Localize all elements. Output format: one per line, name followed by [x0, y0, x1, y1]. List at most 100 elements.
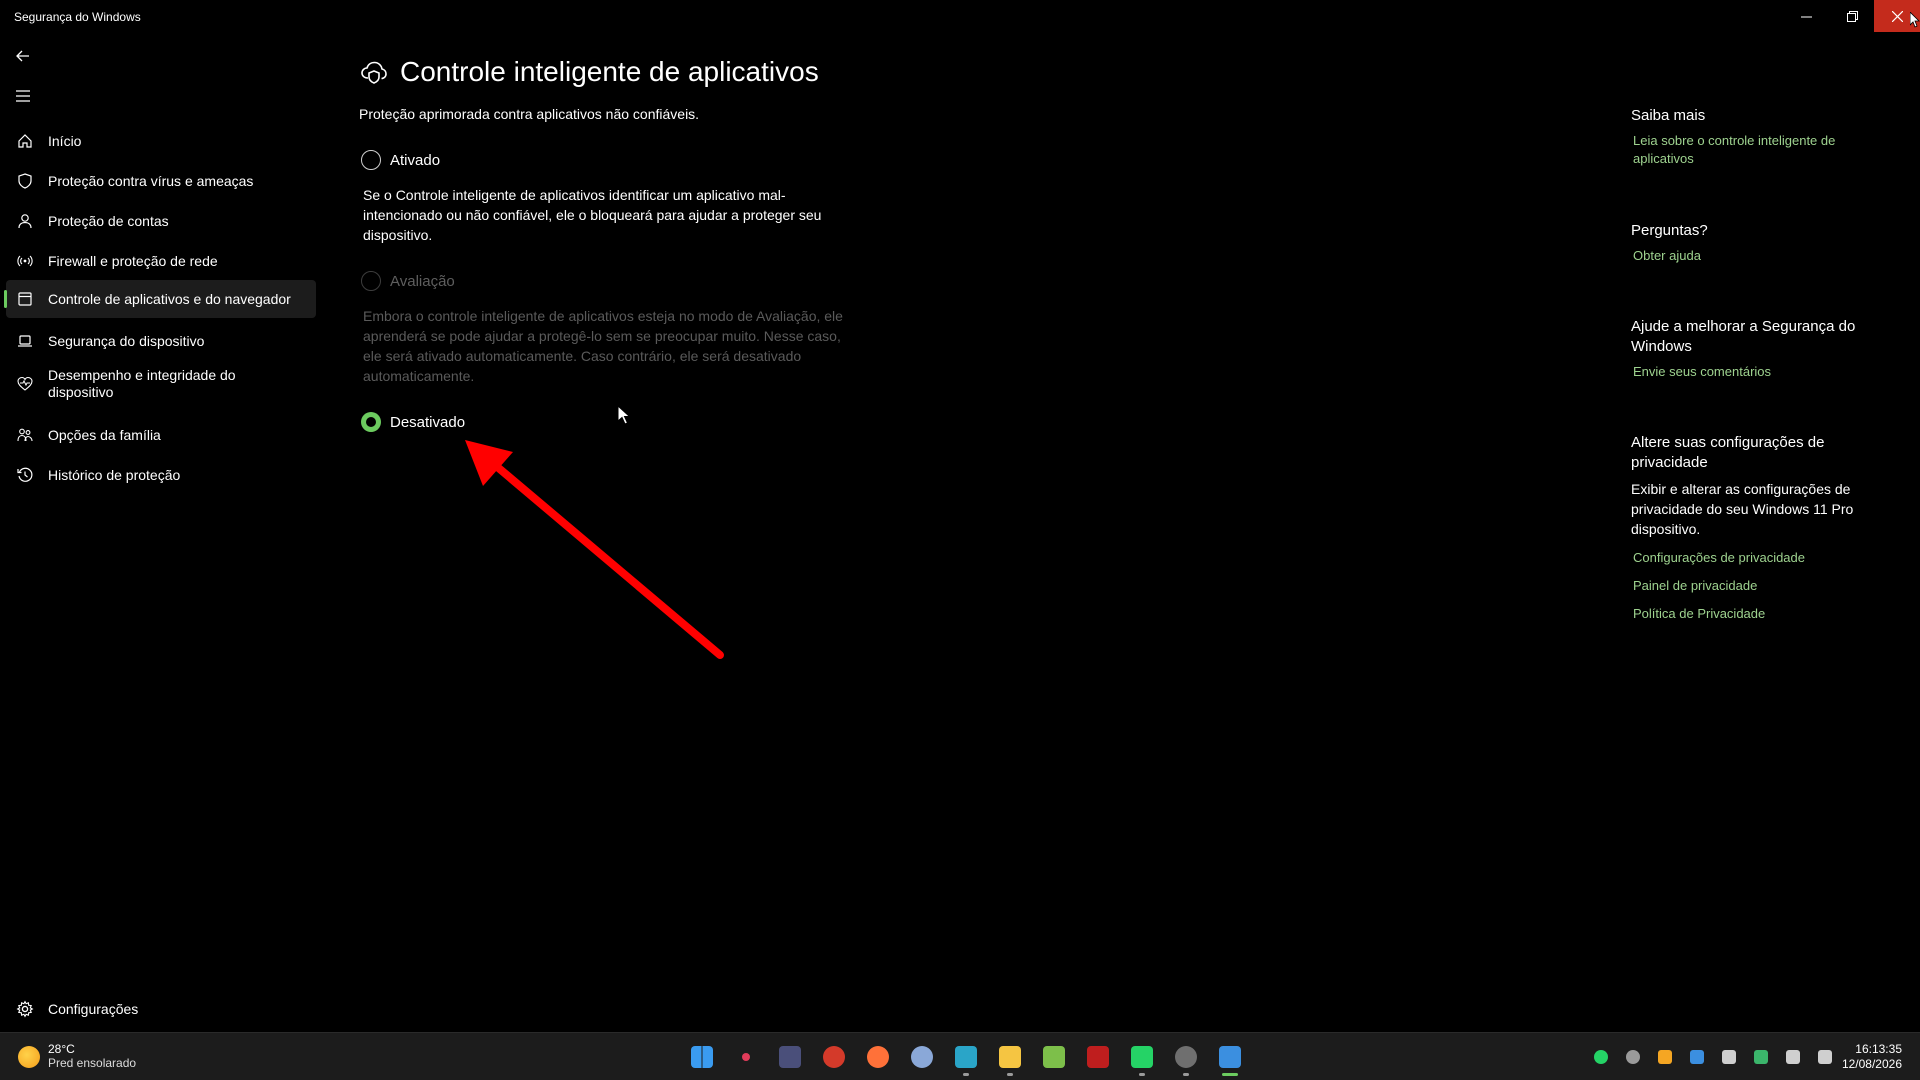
app-browser-icon: [18, 292, 32, 306]
radio-button[interactable]: [361, 150, 381, 170]
hamburger-menu-icon: [16, 90, 30, 102]
whatsapp-icon: [1131, 1046, 1153, 1068]
mouse-cursor-icon: [617, 405, 631, 425]
sidebar-item-firewall[interactable]: Firewall e proteção de rede: [6, 242, 316, 280]
learn-more-link[interactable]: Leia sobre o controle inteligente de apl…: [1631, 132, 1871, 168]
network-icon[interactable]: [1777, 1047, 1809, 1067]
privacy-policy-link[interactable]: Política de Privacidade: [1631, 605, 1871, 623]
filezilla-taskbar-button[interactable]: [1076, 1041, 1120, 1073]
privacy-dashboard-link[interactable]: Painel de privacidade: [1631, 577, 1871, 595]
page-subtitle: Proteção aprimorada contra aplicativos n…: [359, 106, 700, 122]
learn-more-section: Saiba mais Leia sobre o controle intelig…: [1631, 106, 1871, 168]
radio-option-desativado[interactable]: Desativado: [361, 412, 465, 432]
minimize-button[interactable]: [1783, 0, 1829, 32]
radio-button: [361, 271, 381, 291]
sidebar-item-account-protection[interactable]: Proteção de contas: [6, 202, 316, 240]
settings-label: Configurações: [48, 1001, 139, 1017]
sidebar-item-virus-protection[interactable]: Proteção contra vírus e ameaças: [6, 162, 316, 200]
volume-icon-glyph: [1818, 1050, 1832, 1064]
media-app-icon: [742, 1053, 750, 1061]
learn-more-heading: Saiba mais: [1631, 107, 1706, 124]
taskbar-apps: [680, 1041, 1252, 1076]
wireless-icon: [17, 255, 33, 267]
gear-icon: [16, 1000, 34, 1018]
mail-app-taskbar-button[interactable]: [944, 1041, 988, 1076]
cloud-tray-icon-glyph: [1658, 1050, 1672, 1064]
privacy-text: Exibir e alterar as configurações de pri…: [1631, 481, 1854, 537]
title-bar: Segurança do Windows: [0, 0, 1920, 32]
whatsapp-tray-icon-glyph: [1594, 1050, 1608, 1064]
feedback-link[interactable]: Envie seus comentários: [1631, 363, 1871, 381]
restore-icon: [1846, 10, 1858, 22]
mail-app-icon: [955, 1046, 977, 1068]
sidebar-item-label: Opções da família: [48, 426, 161, 443]
radio-label: Avaliação: [390, 272, 455, 290]
whatsapp-tray-icon[interactable]: [1585, 1047, 1617, 1067]
chrome-like-taskbar-button[interactable]: [1164, 1041, 1208, 1076]
sidebar-item-inicio[interactable]: Início: [6, 122, 316, 160]
smart-app-control-icon: [361, 61, 387, 84]
menu-button[interactable]: [12, 85, 34, 107]
sidebar-item-device-security[interactable]: Segurança do dispositivo: [6, 322, 316, 360]
shield-icon: [18, 173, 32, 189]
red-annotation-arrow: [465, 440, 724, 659]
sidebar-item-app-browser-control[interactable]: Controle de aplicativos e do navegador: [4, 280, 316, 318]
sidebar-item-device-performance[interactable]: Desempenho e integridade do dispositivo: [6, 362, 316, 406]
sidebar-item-label: Controle de aplicativos e do navegador: [48, 290, 291, 307]
windows-start-icon: [691, 1046, 713, 1068]
notepad-icon: [1043, 1046, 1065, 1068]
sidebar-item-settings[interactable]: Configurações: [6, 990, 316, 1028]
windows-security-taskbar-button[interactable]: [1208, 1041, 1252, 1076]
improve-section: Ajude a melhorar a Segurança do Windows …: [1631, 317, 1871, 381]
radio-label: Desativado: [390, 413, 466, 431]
app2-tray-icon[interactable]: [1681, 1047, 1713, 1067]
sidebar-item-family-options[interactable]: Opções da família: [6, 416, 316, 454]
browser-app-icon: [823, 1046, 845, 1068]
security-tray-icon[interactable]: [1745, 1047, 1777, 1067]
get-help-link[interactable]: Obter ajuda: [1631, 247, 1871, 265]
weather-widget[interactable]: 28°C Pred ensolarado: [18, 1042, 136, 1071]
sidebar-item-label: Desempenho e integridade do dispositivo: [48, 367, 236, 400]
heart-pulse-icon: [17, 376, 33, 391]
notepad-taskbar-button[interactable]: [1032, 1041, 1076, 1073]
sidebar-item-label: Firewall e proteção de rede: [48, 252, 218, 269]
clock-time: 16:13:35: [1855, 1042, 1902, 1056]
back-button[interactable]: [12, 45, 34, 67]
sidebar-item-label: Proteção de contas: [48, 212, 169, 229]
windows-security-icon: [1219, 1046, 1241, 1068]
restore-button[interactable]: [1829, 0, 1875, 32]
app-icon: [779, 1046, 801, 1068]
app-tray-icon[interactable]: [1617, 1047, 1649, 1067]
radio-button-selected[interactable]: [361, 412, 381, 432]
close-icon: [1891, 10, 1903, 22]
media-app-taskbar-button[interactable]: [724, 1041, 768, 1073]
sidebar-item-protection-history[interactable]: Histórico de proteção: [6, 456, 316, 494]
page-header: Controle inteligente de aplicativos: [360, 56, 819, 88]
radio-option-ativado[interactable]: Ativado: [361, 150, 440, 170]
windows-start-taskbar-button[interactable]: [680, 1041, 724, 1073]
app2-tray-icon-glyph: [1690, 1050, 1704, 1064]
privacy-section: Altere suas configurações de privacidade…: [1631, 433, 1871, 623]
window-title: Segurança do Windows: [14, 10, 141, 24]
app-taskbar-button[interactable]: [768, 1041, 812, 1073]
weather-description: Pred ensolarado: [48, 1056, 137, 1070]
usb-tray-icon-glyph: [1722, 1050, 1736, 1064]
sidebar-item-label: Início: [48, 132, 82, 149]
cloud-tray-icon[interactable]: [1649, 1047, 1681, 1067]
volume-icon[interactable]: [1809, 1047, 1841, 1067]
usb-tray-icon[interactable]: [1713, 1047, 1745, 1067]
privacy-settings-link[interactable]: Configurações de privacidade: [1631, 549, 1871, 567]
firefox-taskbar-button[interactable]: [856, 1041, 900, 1073]
privacy-heading: Altere suas configurações de privacidade: [1631, 434, 1825, 471]
history-icon: [17, 467, 33, 482]
browser-app-taskbar-button[interactable]: [812, 1041, 856, 1073]
person-icon: [18, 214, 32, 229]
option-description: Se o Controle inteligente de aplicativos…: [363, 187, 822, 243]
clock[interactable]: 16:13:35 12/08/2026: [1842, 1042, 1902, 1072]
file-explorer-taskbar-button[interactable]: [988, 1041, 1032, 1076]
minimize-icon: [1800, 16, 1812, 17]
settings-taskbar-button[interactable]: [900, 1041, 944, 1073]
mouse-cursor-icon: [1910, 12, 1920, 28]
weather-temperature: 28°C: [48, 1042, 75, 1056]
whatsapp-taskbar-button[interactable]: [1120, 1041, 1164, 1076]
